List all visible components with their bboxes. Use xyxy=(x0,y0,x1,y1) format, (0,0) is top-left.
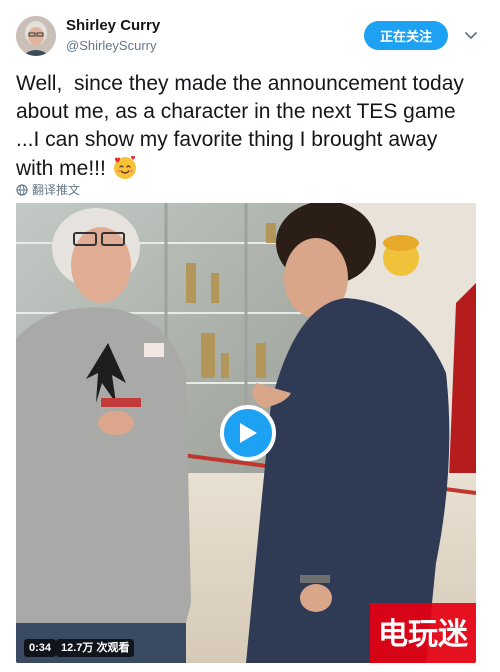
avatar[interactable] xyxy=(16,16,56,56)
play-icon xyxy=(240,423,257,443)
view-count: 12.7万 次观看 xyxy=(56,639,135,657)
tweet-card: Shirley Curry @ShirleyScurry 正在关注 Well, … xyxy=(0,0,500,672)
translate-label: 翻译推文 xyxy=(32,183,81,197)
video-player[interactable]: 0:34 12.7万 次观看 电玩迷 xyxy=(16,203,476,663)
svg-text:电玩迷: 电玩迷 xyxy=(378,617,469,652)
tweet-text: Well, since they made the announcement t… xyxy=(16,70,476,183)
smiling-face-with-hearts-icon xyxy=(112,154,138,180)
video-duration: 0:34 xyxy=(24,639,57,657)
following-button[interactable]: 正在关注 xyxy=(364,21,448,50)
display-name[interactable]: Shirley Curry xyxy=(66,17,160,34)
user-handle[interactable]: @ShirleyScurry xyxy=(66,38,157,53)
globe-icon xyxy=(16,183,28,196)
watermark-logo: 电玩迷 xyxy=(370,603,476,663)
play-button[interactable] xyxy=(220,405,276,461)
translate-tweet-link[interactable]: 翻译推文 xyxy=(16,181,80,198)
tweet-body: Well, since they made the announcement t… xyxy=(16,72,470,180)
chevron-down-icon[interactable] xyxy=(463,27,479,43)
